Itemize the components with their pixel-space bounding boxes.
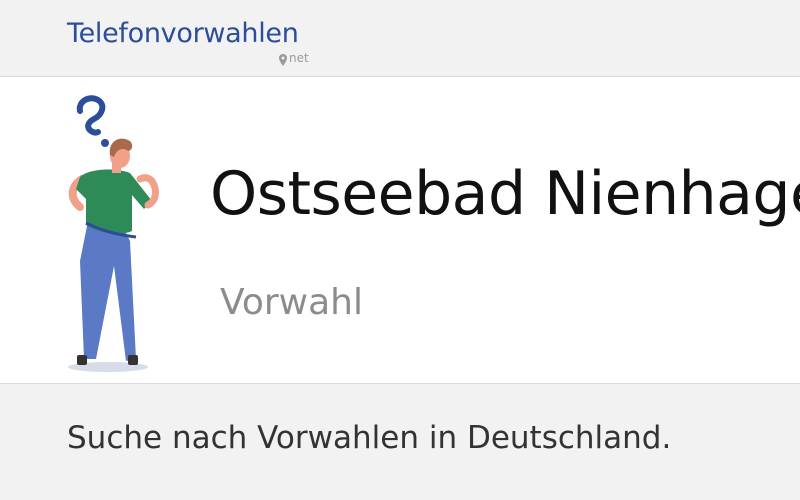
logo-suffix: net xyxy=(289,51,309,65)
page-subtitle: Vorwahl xyxy=(220,282,363,323)
question-mark-icon xyxy=(76,95,109,147)
thinking-person-illustration xyxy=(68,95,159,372)
site-logo-link[interactable]: Telefonvorwahlen net xyxy=(67,18,327,68)
hero-section: Ostseebad Nienhagen Vorwahl xyxy=(0,77,800,384)
logo-text: Telefonvorwahlen xyxy=(67,18,299,49)
search-section: Suche nach Vorwahlen in Deutschland. xyxy=(0,385,800,500)
page-title: Ostseebad Nienhagen xyxy=(210,159,800,229)
search-heading: Suche nach Vorwahlen in Deutschland. xyxy=(67,420,672,456)
site-header: Telefonvorwahlen net xyxy=(0,0,800,77)
